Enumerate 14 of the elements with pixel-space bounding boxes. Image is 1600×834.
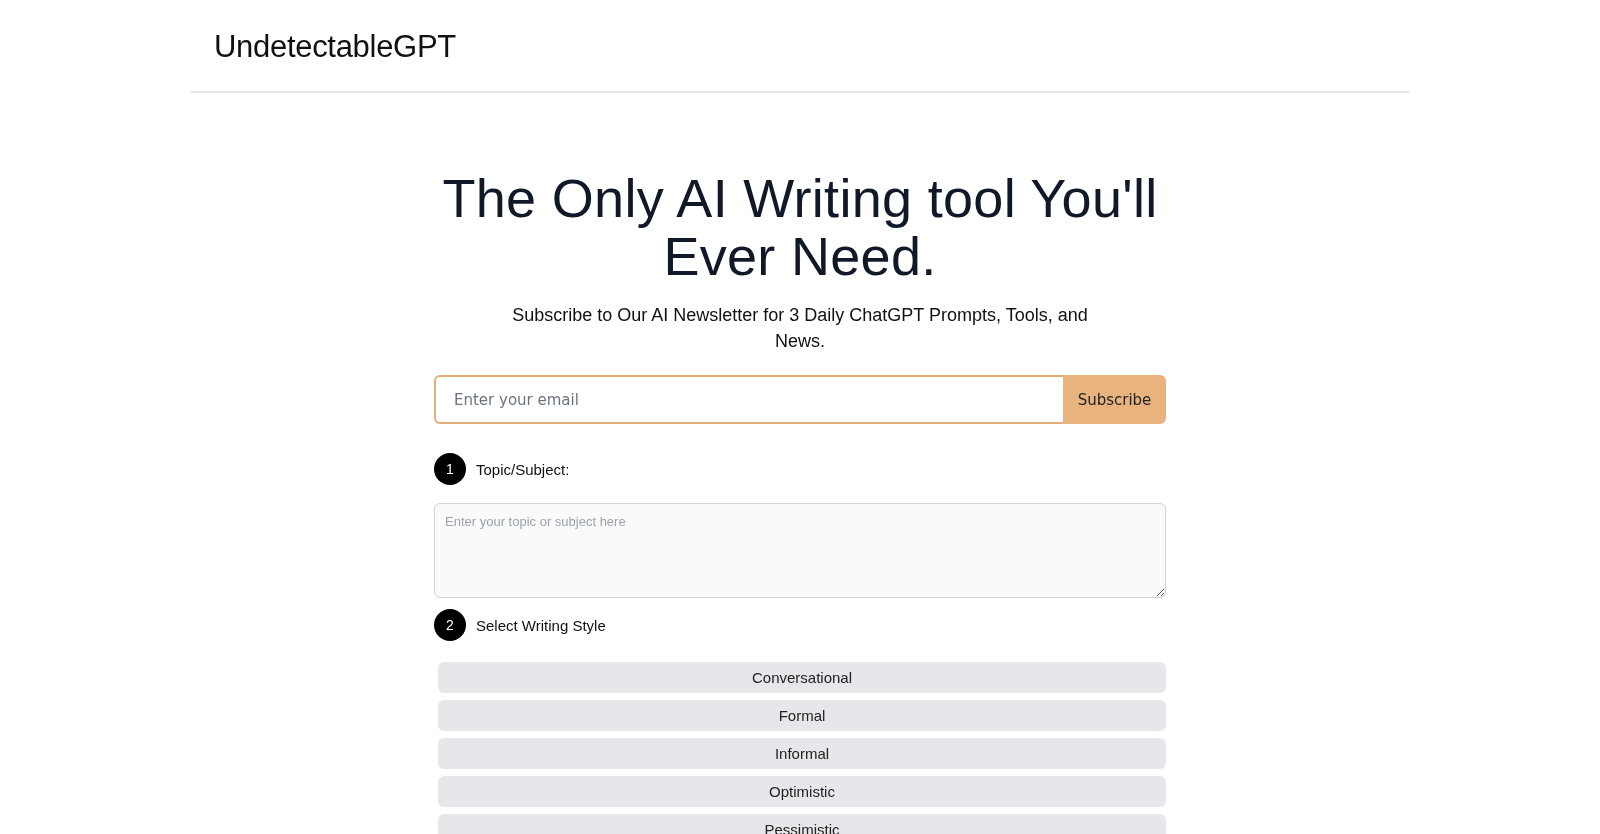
- subscribe-button[interactable]: Subscribe: [1063, 375, 1166, 424]
- writing-style-option[interactable]: Informal: [438, 738, 1166, 769]
- step-label: Topic/Subject:: [476, 460, 570, 478]
- writing-style-option[interactable]: Formal: [438, 700, 1166, 731]
- hero-heading: The Only AI Writing tool You'll Ever Need.: [441, 169, 1159, 285]
- step-number-badge: 2: [434, 609, 466, 641]
- topic-field[interactable]: Enter your topic or subject here: [434, 503, 1166, 598]
- writing-style-option[interactable]: Conversational: [438, 662, 1166, 693]
- step-label: Select Writing Style: [476, 616, 606, 634]
- hero-subtitle: Subscribe to Our AI Newsletter for 3 Daily ChatGPT Prompts, Tools, and News.: [511, 304, 1089, 353]
- email-field[interactable]: Enter your email: [434, 375, 1063, 424]
- step-number-badge: 1: [434, 453, 466, 485]
- writing-style-option[interactable]: Optimistic: [438, 776, 1166, 807]
- site-logo[interactable]: UndetectableGPT: [214, 28, 456, 65]
